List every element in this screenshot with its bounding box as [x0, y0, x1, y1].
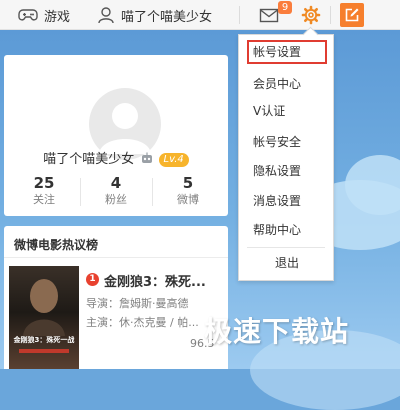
movie-cast: 主演：休·杰克曼 / 帕...: [86, 316, 199, 329]
game-link[interactable]: 游戏: [18, 0, 70, 30]
stat-label: 微博: [177, 193, 199, 206]
messages-button[interactable]: [259, 0, 279, 30]
profile-stats: 25 关注 4 粉丝 5 微博: [8, 174, 224, 208]
compose-button[interactable]: [340, 3, 364, 27]
stat-label: 粉丝: [105, 193, 127, 206]
movie-card-title: 微博电影热议榜: [14, 238, 99, 252]
poster-band: [19, 349, 69, 353]
username-label: 喵了个喵美少女: [121, 9, 213, 25]
movie-name[interactable]: 金刚狼3：殊死...: [104, 271, 206, 290]
menu-item-message-settings[interactable]: 消息设置: [247, 189, 327, 213]
settings-button[interactable]: [301, 0, 321, 30]
menu-item-account-settings[interactable]: 帐号设置: [247, 40, 327, 64]
movie-ranking-card: 微博电影热议榜 金刚狼3：殊死一战 1 金刚狼3：殊死... 导演：詹姆斯·曼高…: [4, 226, 228, 369]
user-icon: [98, 7, 114, 24]
poster-title: 金刚狼3：殊死一战: [13, 336, 75, 344]
menu-item-account-security[interactable]: 帐号安全: [247, 130, 327, 154]
level-badge[interactable]: Lv.4: [158, 153, 189, 167]
divider: [239, 6, 240, 24]
user-profile-link[interactable]: 喵了个喵美少女: [97, 0, 212, 30]
game-label: 游戏: [44, 9, 71, 25]
menu-divider: [247, 247, 325, 248]
stat-value: 4: [110, 174, 122, 192]
profile-card: 喵了个喵美少女 Lv.4 25 关注 4 粉丝 5 微博: [4, 55, 228, 216]
menu-item-verification[interactable]: V认证: [247, 99, 327, 123]
movie-poster[interactable]: 金刚狼3：殊死一战: [9, 266, 79, 369]
rank-badge: 1: [86, 273, 99, 286]
stat-value: 25: [33, 174, 55, 192]
poster-figure-icon: [23, 279, 65, 336]
menu-item-help-center[interactable]: 帮助中心: [247, 218, 327, 242]
top-navigation-bar: 游戏 喵了个喵美少女 9: [0, 0, 400, 30]
stat-posts[interactable]: 5 微博: [152, 174, 224, 208]
gear-icon: [301, 5, 321, 25]
gamepad-icon: [18, 9, 38, 21]
envelope-icon: [259, 8, 279, 23]
profile-nickname[interactable]: 喵了个喵美少女: [43, 152, 134, 167]
stat-label: 关注: [33, 193, 55, 206]
movie-director: 导演：詹姆斯·曼高德: [86, 297, 189, 310]
robot-icon: [142, 152, 153, 163]
divider: [330, 6, 331, 24]
stat-following[interactable]: 25 关注: [8, 174, 80, 208]
settings-dropdown-menu: 帐号设置 会员中心 V认证 帐号安全 隐私设置 消息设置 帮助中心 退出: [238, 34, 334, 281]
menu-item-privacy-settings[interactable]: 隐私设置: [247, 159, 327, 183]
stat-followers[interactable]: 4 粉丝: [80, 174, 152, 208]
watermark-text: 极速下载站: [204, 315, 350, 348]
unread-badge: 9: [278, 1, 292, 14]
nickname-row: 喵了个喵美少女 Lv.4: [4, 148, 228, 167]
divider: [4, 257, 228, 258]
menu-item-member-center[interactable]: 会员中心: [247, 72, 327, 96]
compose-icon: [345, 8, 359, 22]
menu-item-logout[interactable]: 退出: [247, 251, 327, 275]
stat-value: 5: [182, 174, 194, 192]
